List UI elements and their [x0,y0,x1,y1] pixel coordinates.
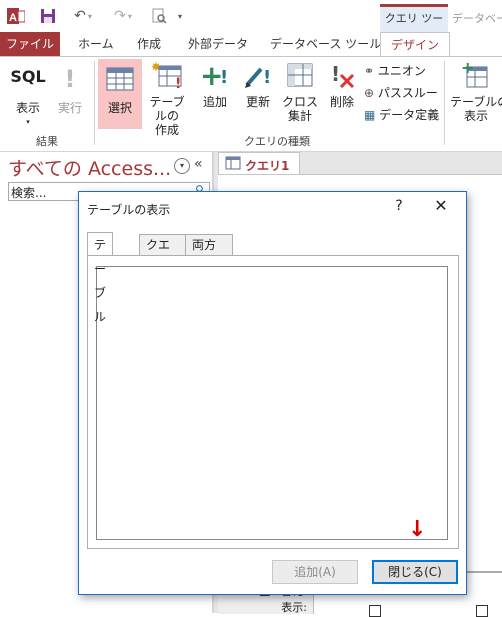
select-label: 選択 [107,101,132,115]
show-table-icon: + [461,61,488,88]
help-icon[interactable]: ? [391,198,407,214]
crosstab-label-1: クロス [282,95,319,109]
globe-icon: ⊕ [364,86,375,100]
access-logo-icon: A [6,7,26,25]
undo-icon[interactable]: ↶ ▾ [68,7,98,25]
append-label: 追加 [202,95,227,109]
svg-text:!: ! [263,67,271,88]
append-query-button[interactable]: +! 追加 [197,61,233,109]
close-icon[interactable]: ✕ [431,196,451,215]
union-label: ユニオン [377,64,426,78]
dialog-title: テーブルの表示 [87,203,171,217]
svg-text:A: A [9,12,17,24]
view-label: 表示 [15,101,40,115]
run-label: 実行 [57,101,82,115]
sql-icon: SQL [10,67,46,86]
view-button[interactable]: SQL 表示 ▾ [8,65,48,129]
table-list[interactable] [96,266,448,540]
ribbon: SQL 表示 ▾ ! 実行 結果 選択 ✸! テーブルの 作成 +! 追加 ! … [0,56,502,152]
svg-text:!: ! [175,76,181,89]
query-tools-context-header: クエリ ツール [380,4,448,49]
show-checkbox[interactable] [476,605,488,617]
tab-both[interactable]: 両方 [185,234,233,255]
tab-file[interactable]: ファイル [0,32,60,56]
make-table-button[interactable]: ✸! テーブルの 作成 [144,61,190,137]
make-table-label-2: 作成 [154,123,179,137]
red-arrow-annotation: ↓ [408,517,427,542]
query-icon [225,156,241,173]
data-definition-icon: ▦ [364,108,376,122]
customize-qat-icon[interactable]: ▾ [174,7,186,25]
passthrough-query-button[interactable]: ⊕ パススルー [364,86,438,100]
data-definition-label: データ定義 [379,108,440,122]
divider [444,61,445,145]
save-icon[interactable] [38,7,58,25]
tab-external-data[interactable]: 外部データ [188,32,248,56]
chevron-down-icon: ▾ [26,118,30,126]
redo-icon[interactable]: ↷ ▾ [108,7,138,25]
delete-query-icon: ! [331,62,355,89]
print-preview-icon[interactable] [148,7,170,25]
show-table-label-1: テーブルの [450,95,502,109]
delete-query-button[interactable]: ! 削除 [324,61,360,109]
query-document-tab[interactable]: クエリ1 [218,152,300,175]
update-query-icon: ! [245,67,271,88]
passthrough-label: パススルー [377,86,438,100]
results-group-label: 結果 [36,135,58,148]
crosstab-label-2: 集計 [287,109,312,123]
tab-tables[interactable]: テーブル [87,232,114,324]
append-query-icon: +! [200,61,228,89]
make-table-icon: ✸! [151,61,182,89]
divider [94,61,95,145]
data-definition-query-button[interactable]: ▦ データ定義 [364,108,439,122]
union-query-button[interactable]: ⚭ ユニオン [364,64,426,78]
second-context-header: データベー [452,12,502,25]
title-bar: A ↶▾ ↷▾ ▾ クエリ ツール データベー [0,0,502,49]
delete-label: 削除 [329,95,354,109]
ribbon-tabs: ファイル ホーム 作成 外部データ データベース ツール デザイン [0,32,502,57]
show-table-label-2: 表示 [463,109,488,123]
svg-text:!: ! [331,62,340,86]
query-tab-label: クエリ1 [245,159,290,173]
union-icon: ⚭ [364,64,375,78]
show-checkbox[interactable] [369,605,381,617]
tab-database-tools[interactable]: データベース ツール [270,32,381,56]
nav-search-placeholder: 検索... [11,186,47,200]
query-type-group-label: クエリの種類 [244,135,310,148]
nav-menu-chevron-icon[interactable]: ▾ [174,158,190,174]
select-query-icon [106,67,134,91]
close-button[interactable]: 閉じる(C) [372,560,458,584]
tab-design[interactable]: デザイン [380,32,450,57]
crosstab-query-button[interactable]: クロス 集計 [282,61,318,123]
exclamation-icon: ! [64,65,76,93]
run-button[interactable]: ! 実行 [52,65,88,115]
tab-create[interactable]: 作成 [137,32,161,56]
make-table-label-1: テーブルの [149,95,185,123]
crosstab-query-icon [287,63,313,87]
show-table-dialog: テーブルの表示 ? ✕ テーブル クエリ 両方 ↓ 追加(A) 閉じる(C) [78,191,467,595]
show-table-button[interactable]: + テーブルの 表示 [450,61,502,123]
svg-text:+: + [461,61,474,77]
nav-pane-title[interactable]: すべての Access... [8,154,171,181]
collapse-pane-icon[interactable]: « [194,156,203,172]
tab-queries[interactable]: クエリ [139,234,187,272]
update-label: 更新 [245,95,270,109]
add-button[interactable]: 追加(A) [272,560,358,584]
tab-home[interactable]: ホーム [78,32,114,56]
dialog-tab-panel [87,255,459,549]
select-query-button[interactable]: 選択 [98,59,142,129]
update-query-button[interactable]: ! 更新 [240,61,276,109]
svg-text:!: ! [220,67,228,88]
